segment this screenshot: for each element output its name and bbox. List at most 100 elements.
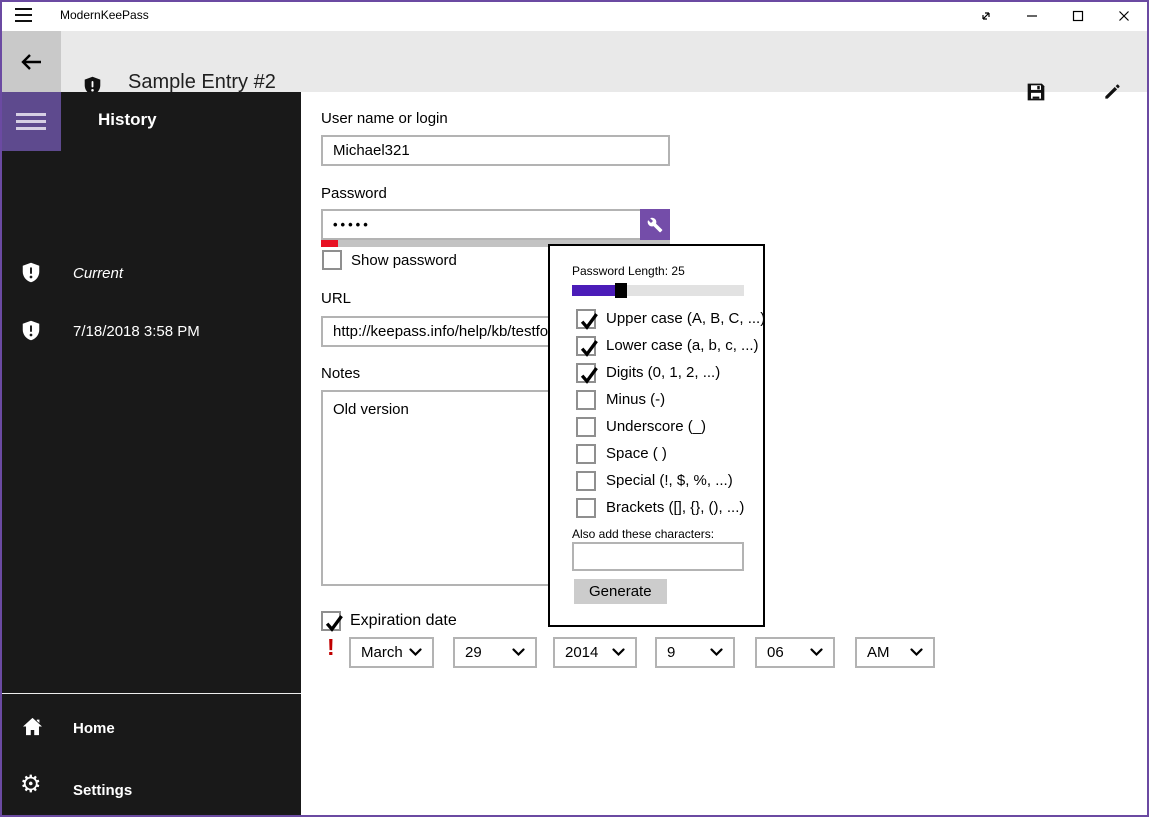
nav-menu-button[interactable] bbox=[0, 92, 61, 151]
day-dropdown[interactable]: 29 bbox=[453, 637, 537, 668]
app-window: ModernKeePass Sample Entry #2 History Cu… bbox=[0, 0, 1149, 817]
checkmark-icon bbox=[580, 339, 598, 357]
chevron-down-icon bbox=[810, 648, 823, 657]
minus-checkbox[interactable] bbox=[576, 389, 596, 410]
history-item-label: 7/18/2018 3:58 PM bbox=[73, 323, 200, 340]
minute-dropdown[interactable]: 06 bbox=[755, 637, 835, 668]
sidebar-item-label: Home bbox=[73, 720, 115, 737]
sidebar-item-settings[interactable]: ⚙ Settings bbox=[0, 771, 301, 817]
password-generator-button[interactable] bbox=[640, 209, 670, 240]
minute-value: 06 bbox=[767, 644, 784, 661]
gear-icon: ⚙ bbox=[20, 771, 42, 798]
option-digits: Digits (0, 1, 2, ...) bbox=[576, 362, 720, 384]
chevron-down-icon bbox=[409, 648, 422, 657]
username-value: Michael321 bbox=[333, 142, 410, 159]
underscore-checkbox[interactable] bbox=[576, 416, 596, 437]
option-space: Space ( ) bbox=[576, 443, 667, 464]
expiration-row: Expiration date bbox=[321, 611, 457, 632]
option-upper-case: Upper case (A, B, C, ...) bbox=[576, 308, 765, 330]
caption-buttons bbox=[963, 1, 1147, 31]
lower-case-checkbox[interactable] bbox=[576, 335, 598, 357]
notes-value: Old version bbox=[333, 401, 409, 418]
slider-thumb[interactable] bbox=[615, 283, 627, 298]
history-item-current[interactable]: Current bbox=[0, 259, 301, 303]
option-special: Special (!, $, %, ...) bbox=[576, 470, 733, 491]
month-value: March bbox=[361, 644, 403, 661]
expiration-checkbox[interactable] bbox=[321, 611, 343, 632]
sidebar-item-label: Settings bbox=[73, 782, 133, 799]
nav-hamburger-icon bbox=[15, 113, 46, 130]
checkmark-icon bbox=[580, 312, 598, 330]
expired-alert-icon: ! bbox=[327, 634, 335, 660]
entry-title: Sample Entry #2 bbox=[128, 71, 276, 93]
close-button[interactable] bbox=[1101, 1, 1147, 31]
wrench-icon bbox=[647, 217, 663, 232]
digits-checkbox[interactable] bbox=[576, 362, 598, 384]
expiration-label: Expiration date bbox=[350, 612, 457, 629]
special-checkbox[interactable] bbox=[576, 470, 596, 491]
sidebar-item-home[interactable]: Home bbox=[0, 714, 301, 758]
password-length-label: Password Length: 25 bbox=[572, 264, 685, 278]
entry-header: Sample Entry #2 sample bbox=[0, 31, 1149, 117]
edit-pencil-icon bbox=[1105, 84, 1120, 99]
history-heading: History bbox=[98, 110, 157, 129]
hour-dropdown[interactable]: 9 bbox=[655, 637, 735, 668]
upper-case-checkbox[interactable] bbox=[576, 308, 598, 330]
password-length-slider[interactable] bbox=[572, 283, 744, 298]
hamburger-icon[interactable] bbox=[15, 8, 32, 22]
checkmark-icon bbox=[325, 615, 343, 632]
show-password-row: Show password bbox=[322, 250, 457, 270]
option-underscore: Underscore (_) bbox=[576, 416, 706, 437]
ampm-value: AM bbox=[867, 644, 890, 661]
back-button[interactable] bbox=[0, 31, 61, 92]
chevron-down-icon bbox=[612, 648, 625, 657]
app-title: ModernKeePass bbox=[60, 8, 149, 22]
username-input[interactable]: Michael321 bbox=[321, 135, 670, 166]
hour-value: 9 bbox=[667, 644, 676, 661]
shield-icon bbox=[22, 262, 40, 283]
history-item-label: Current bbox=[73, 265, 124, 282]
password-value: ••••• bbox=[333, 217, 371, 232]
url-label: URL bbox=[321, 290, 352, 307]
show-password-checkbox[interactable] bbox=[322, 250, 342, 270]
option-label: Brackets ([], {}, (), ...) bbox=[606, 499, 745, 516]
checkmark-icon bbox=[580, 366, 598, 384]
password-input[interactable]: ••••• bbox=[321, 209, 670, 240]
minimize-icon bbox=[1027, 15, 1037, 17]
chevron-down-icon bbox=[910, 648, 923, 657]
url-value: http://keepass.info/help/kb/testfo bbox=[333, 323, 549, 340]
option-label: Underscore (_) bbox=[606, 418, 707, 435]
password-label: Password bbox=[321, 185, 387, 202]
slider-fill bbox=[572, 285, 615, 296]
maximize-icon bbox=[1072, 10, 1084, 22]
ampm-dropdown[interactable]: AM bbox=[855, 637, 935, 668]
back-arrow-icon bbox=[20, 53, 41, 70]
option-label: Space ( ) bbox=[606, 445, 667, 462]
maximize-button[interactable] bbox=[1055, 1, 1101, 31]
chevron-down-icon bbox=[512, 648, 525, 657]
save-button[interactable] bbox=[1024, 80, 1048, 104]
username-label: User name or login bbox=[321, 110, 448, 127]
brackets-checkbox[interactable] bbox=[576, 497, 596, 518]
fullscreen-button[interactable] bbox=[963, 1, 1009, 31]
generate-button[interactable]: Generate bbox=[574, 579, 667, 604]
space-checkbox[interactable] bbox=[576, 443, 596, 464]
close-icon bbox=[1119, 11, 1129, 21]
option-brackets: Brackets ([], {}, (), ...) bbox=[576, 497, 744, 518]
notes-label: Notes bbox=[321, 365, 361, 382]
sidebar-divider bbox=[0, 693, 301, 694]
year-value: 2014 bbox=[565, 644, 599, 661]
also-add-label: Also add these characters: bbox=[572, 527, 715, 541]
minimize-button[interactable] bbox=[1009, 1, 1055, 31]
chevron-down-icon bbox=[710, 648, 723, 657]
day-value: 29 bbox=[465, 644, 482, 661]
edit-button[interactable] bbox=[1100, 80, 1124, 104]
year-dropdown[interactable]: 2014 bbox=[553, 637, 637, 668]
sidebar: History Current 7/18/2018 3:58 PM Home ⚙… bbox=[0, 92, 301, 817]
custom-characters-input[interactable] bbox=[572, 542, 744, 571]
titlebar: ModernKeePass bbox=[0, 0, 1149, 31]
month-dropdown[interactable]: March bbox=[349, 637, 434, 668]
history-item-dated[interactable]: 7/18/2018 3:58 PM bbox=[0, 317, 301, 361]
option-label: Lower case (a, b, c, ...) bbox=[606, 337, 759, 354]
show-password-label: Show password bbox=[351, 251, 457, 269]
